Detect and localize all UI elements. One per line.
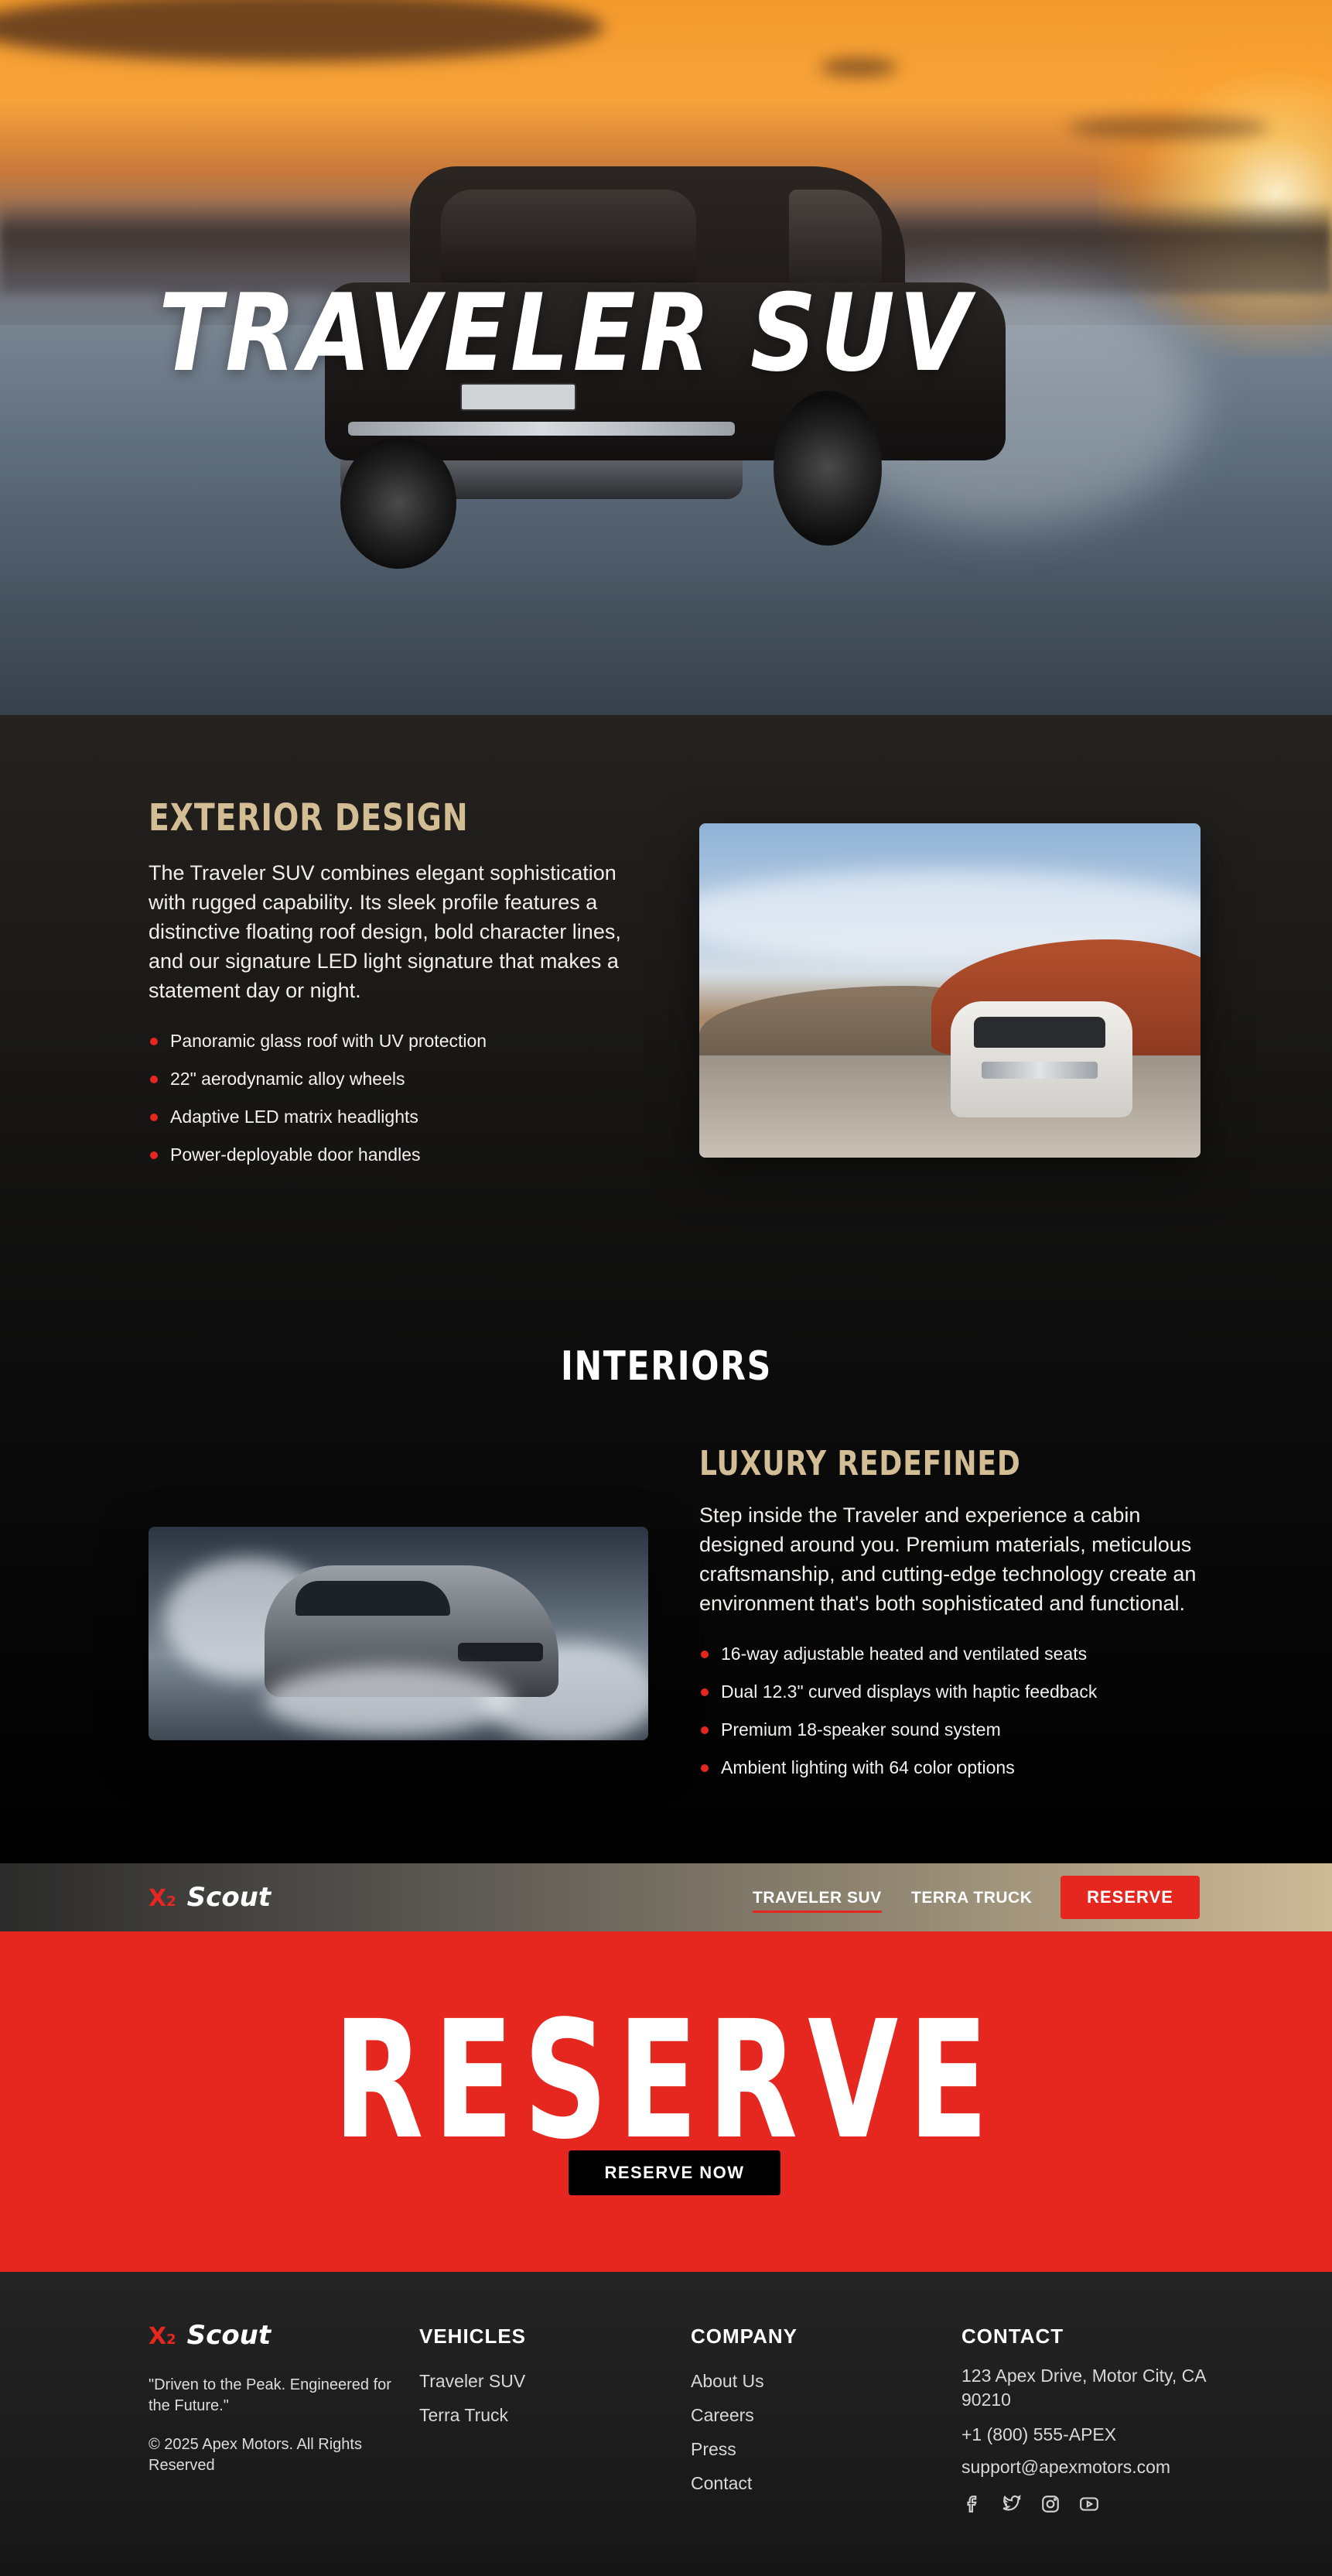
reserve-section: RESERVE RESERVE NOW <box>0 1931 1332 2272</box>
list-item: Panoramic glass roof with UV protection <box>149 1022 651 1060</box>
facebook-icon[interactable] <box>961 2492 985 2516</box>
brand-mark: X <box>149 1885 167 1912</box>
bullet-dot <box>150 1076 158 1083</box>
nav-link-terra-truck[interactable]: TERRA TRUCK <box>911 1889 1032 1907</box>
brand-mark-sub: 2 <box>166 1894 176 1910</box>
reserve-now-button[interactable]: RESERVE NOW <box>569 2150 780 2195</box>
interiors-section-title: INTERIORS <box>560 1343 772 1390</box>
footer-email[interactable]: support@apexmotors.com <box>961 2451 1217 2483</box>
list-item: 16-way adjustable heated and ventilated … <box>699 1635 1202 1673</box>
footer-vehicles-column: VEHICLES Traveler SUV Terra Truck <box>419 2325 526 2432</box>
footer-copyright: © 2025 Apex Motors. All Rights Reserved <box>149 2436 362 2474</box>
exterior-feature-list: Panoramic glass roof with UV protection … <box>149 1022 651 1174</box>
hero-section: TRAVELER SUV <box>0 0 1332 715</box>
nav-reserve-button[interactable]: RESERVE <box>1060 1876 1200 1919</box>
instagram-icon[interactable] <box>1039 2492 1062 2516</box>
list-item: Dual 12.3" curved displays with haptic f… <box>699 1673 1202 1711</box>
footer-phone[interactable]: +1 (800) 555-APEX <box>961 2418 1217 2451</box>
footer-link-about-us[interactable]: About Us <box>691 2364 797 2398</box>
exterior-photo <box>699 823 1201 1158</box>
list-item: Power-deployable door handles <box>149 1136 651 1174</box>
brand-logo[interactable]: X 2 Scout <box>149 1882 271 1913</box>
list-item: Ambient lighting with 64 color options <box>699 1749 1202 1787</box>
bullet-dot <box>150 1114 158 1121</box>
list-item: Premium 18-speaker sound system <box>699 1711 1202 1749</box>
interior-block: LUXURY REDEFINED Step inside the Travele… <box>699 1444 1202 1787</box>
list-item: Adaptive LED matrix headlights <box>149 1098 651 1136</box>
footer-link-terra-truck[interactable]: Terra Truck <box>419 2398 526 2432</box>
main-navbar: X 2 Scout TRAVELER SUV TERRA TRUCK RESER… <box>0 1863 1332 1931</box>
interior-description: Step inside the Traveler and experience … <box>699 1504 1197 1615</box>
brand-mark: X <box>149 2323 167 2350</box>
twitter-icon[interactable] <box>1000 2492 1023 2516</box>
bullet-dot <box>701 1651 709 1658</box>
footer-tagline: "Driven to the Peak. Engineered for the … <box>149 2376 391 2414</box>
hero-title: TRAVELER SUV <box>159 271 975 395</box>
social-links <box>961 2492 1217 2516</box>
footer-company-heading: COMPANY <box>691 2325 797 2348</box>
interior-feature-list: 16-way adjustable heated and ventilated … <box>699 1635 1202 1787</box>
footer-address: 123 Apex Drive, Motor City, CA 90210 <box>961 2366 1206 2410</box>
interior-photo <box>149 1527 648 1740</box>
footer-contact-column: CONTACT 123 Apex Drive, Motor City, CA 9… <box>961 2325 1217 2516</box>
bullet-dot <box>701 1726 709 1734</box>
footer-link-careers[interactable]: Careers <box>691 2398 797 2432</box>
list-item: 22" aerodynamic alloy wheels <box>149 1060 651 1098</box>
footer-link-press[interactable]: Press <box>691 2432 797 2466</box>
footer-link-contact[interactable]: Contact <box>691 2466 797 2500</box>
footer-company-column: COMPANY About Us Careers Press Contact <box>691 2325 797 2500</box>
exterior-block: EXTERIOR DESIGN The Traveler SUV combine… <box>149 796 651 1174</box>
bullet-dot <box>150 1038 158 1045</box>
hero-cloud <box>820 58 897 77</box>
exterior-description: The Traveler SUV combines elegant sophis… <box>149 861 621 1002</box>
reserve-title: RESERVE <box>333 1986 999 2175</box>
bullet-dot <box>150 1151 158 1159</box>
footer-vehicles-heading: VEHICLES <box>419 2325 527 2348</box>
features-section: EXTERIOR DESIGN The Traveler SUV combine… <box>0 715 1332 1863</box>
bullet-dot <box>701 1764 709 1772</box>
hero-sun-glow <box>1098 31 1332 356</box>
exterior-heading: EXTERIOR DESIGN <box>149 796 469 840</box>
site-footer: X 2 Scout "Driven to the Peak. Engineere… <box>0 2272 1332 2576</box>
brand-mark-sub: 2 <box>166 2331 176 2348</box>
hero-cloud <box>1067 116 1269 139</box>
hero-cloud <box>0 0 603 62</box>
brand-name: Scout <box>186 1882 272 1913</box>
footer-contact-heading: CONTACT <box>961 2325 1064 2348</box>
interior-heading: LUXURY REDEFINED <box>699 1444 1021 1483</box>
footer-brand-logo[interactable]: X 2 Scout <box>149 2320 271 2351</box>
youtube-icon[interactable] <box>1078 2492 1101 2516</box>
footer-link-traveler-suv[interactable]: Traveler SUV <box>419 2364 526 2398</box>
nav-link-traveler-suv[interactable]: TRAVELER SUV <box>753 1889 882 1913</box>
brand-name: Scout <box>186 2320 272 2351</box>
bullet-dot <box>701 1688 709 1696</box>
